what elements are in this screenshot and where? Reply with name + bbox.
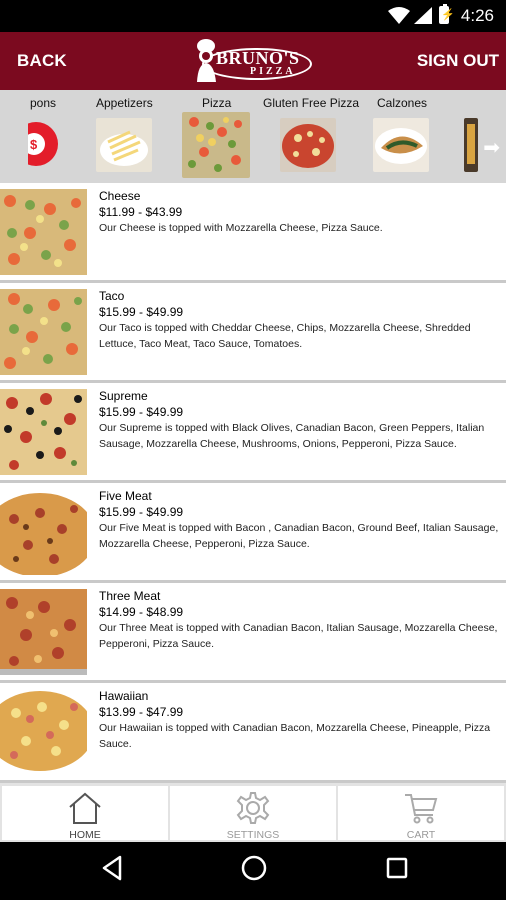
category-label: Appetizers <box>96 96 153 110</box>
brunos-pizza-logo: BRUNO'S PIZZA <box>194 38 314 84</box>
logo-subtitle: PIZZA <box>250 66 296 77</box>
three-meat-pizza-photo <box>0 589 87 675</box>
arrow-right-icon[interactable]: ➡ <box>483 135 500 160</box>
gear-icon <box>236 792 270 824</box>
item-name: Cheese <box>99 189 141 203</box>
back-button[interactable]: BACK <box>17 51 67 71</box>
home-circle-icon[interactable] <box>240 854 268 882</box>
pizza-thumbnail <box>182 112 250 178</box>
supreme-pizza-photo <box>0 389 87 475</box>
calzones-thumbnail <box>373 118 429 172</box>
menu-item-taco[interactable]: Taco $15.99 - $49.99 Our Taco is topped … <box>0 283 506 383</box>
cheese-pizza-photo <box>0 189 87 275</box>
taco-pizza-photo <box>0 289 87 375</box>
app-header: BACK BRUNO'S PIZZA SIGN OUT <box>0 32 506 90</box>
tab-cart[interactable]: CART <box>338 786 504 841</box>
status-bar: ⚡ 4:26 <box>0 0 506 32</box>
menu-item-list: Cheese $11.99 - $43.99 Our Cheese is top… <box>0 183 506 783</box>
status-time: 4:26 <box>460 6 494 25</box>
svg-text:$: $ <box>30 137 38 152</box>
item-price: $15.99 - $49.99 <box>99 405 184 419</box>
item-name: Hawaiian <box>99 689 149 703</box>
item-price: $15.99 - $49.99 <box>99 305 184 319</box>
menu-item-hawaiian[interactable]: Hawaiian $13.99 - $47.99 Our Hawaiian is… <box>0 683 506 783</box>
category-label: Pizza <box>202 96 232 110</box>
tab-home[interactable]: HOME <box>2 786 168 841</box>
coupons-thumbnail: $ <box>28 118 62 170</box>
category-bar: pons $ Appetizers Pizza Gluten Free Pizz… <box>0 90 506 183</box>
appetizers-thumbnail <box>96 118 152 172</box>
item-price: $15.99 - $49.99 <box>99 505 184 519</box>
category-label: Gluten Free Pizza <box>263 96 360 110</box>
tab-label: SETTINGS <box>226 829 280 841</box>
item-name: Supreme <box>99 389 148 403</box>
category-label: pons <box>30 96 57 110</box>
recent-apps-icon[interactable] <box>385 854 409 882</box>
item-description: Our Taco is topped with Cheddar Cheese, … <box>99 322 471 350</box>
cart-icon <box>405 794 438 824</box>
menu-item-five-meat[interactable]: Five Meat $15.99 - $49.99 Our Five Meat … <box>0 483 506 583</box>
next-category-thumbnail <box>464 118 478 172</box>
item-description: Our Supreme is topped with Black Olives,… <box>99 422 485 450</box>
menu-item-cheese[interactable]: Cheese $11.99 - $43.99 Our Cheese is top… <box>0 183 506 283</box>
gluten-free-pizza-thumbnail <box>280 118 336 172</box>
system-nav-bar <box>0 842 506 900</box>
item-description: Our Five Meat is topped with Bacon , Can… <box>99 522 499 550</box>
category-label: Calzones <box>377 96 428 110</box>
item-description: Our Cheese is topped with Mozzarella Che… <box>99 222 383 234</box>
item-name: Five Meat <box>99 489 152 503</box>
back-triangle-icon[interactable] <box>100 854 124 882</box>
item-description: Our Hawaiian is topped with Canadian Bac… <box>99 722 491 750</box>
tab-label: CART <box>406 829 436 841</box>
menu-item-three-meat[interactable]: Three Meat $14.99 - $48.99 Our Three Mea… <box>0 583 506 683</box>
bottom-tab-bar: HOME SETTINGS CART <box>0 783 506 842</box>
tab-settings[interactable]: SETTINGS <box>170 786 336 841</box>
home-icon <box>69 792 101 824</box>
sign-out-button[interactable]: SIGN OUT <box>417 51 499 71</box>
item-description: Our Three Meat is topped with Canadian B… <box>99 622 498 650</box>
hawaiian-pizza-photo <box>0 689 87 775</box>
wifi-icon <box>388 7 410 24</box>
menu-item-supreme[interactable]: Supreme $15.99 - $49.99 Our Supreme is t… <box>0 383 506 483</box>
battery-icon: ⚡ <box>439 4 455 24</box>
five-meat-pizza-photo <box>0 489 87 575</box>
item-price: $14.99 - $48.99 <box>99 605 184 619</box>
item-price: $11.99 - $43.99 <box>99 205 183 219</box>
item-price: $13.99 - $47.99 <box>99 705 184 719</box>
item-name: Taco <box>99 289 125 303</box>
item-name: Three Meat <box>99 589 161 603</box>
tab-label: HOME <box>69 829 101 841</box>
signal-icon <box>414 7 432 24</box>
